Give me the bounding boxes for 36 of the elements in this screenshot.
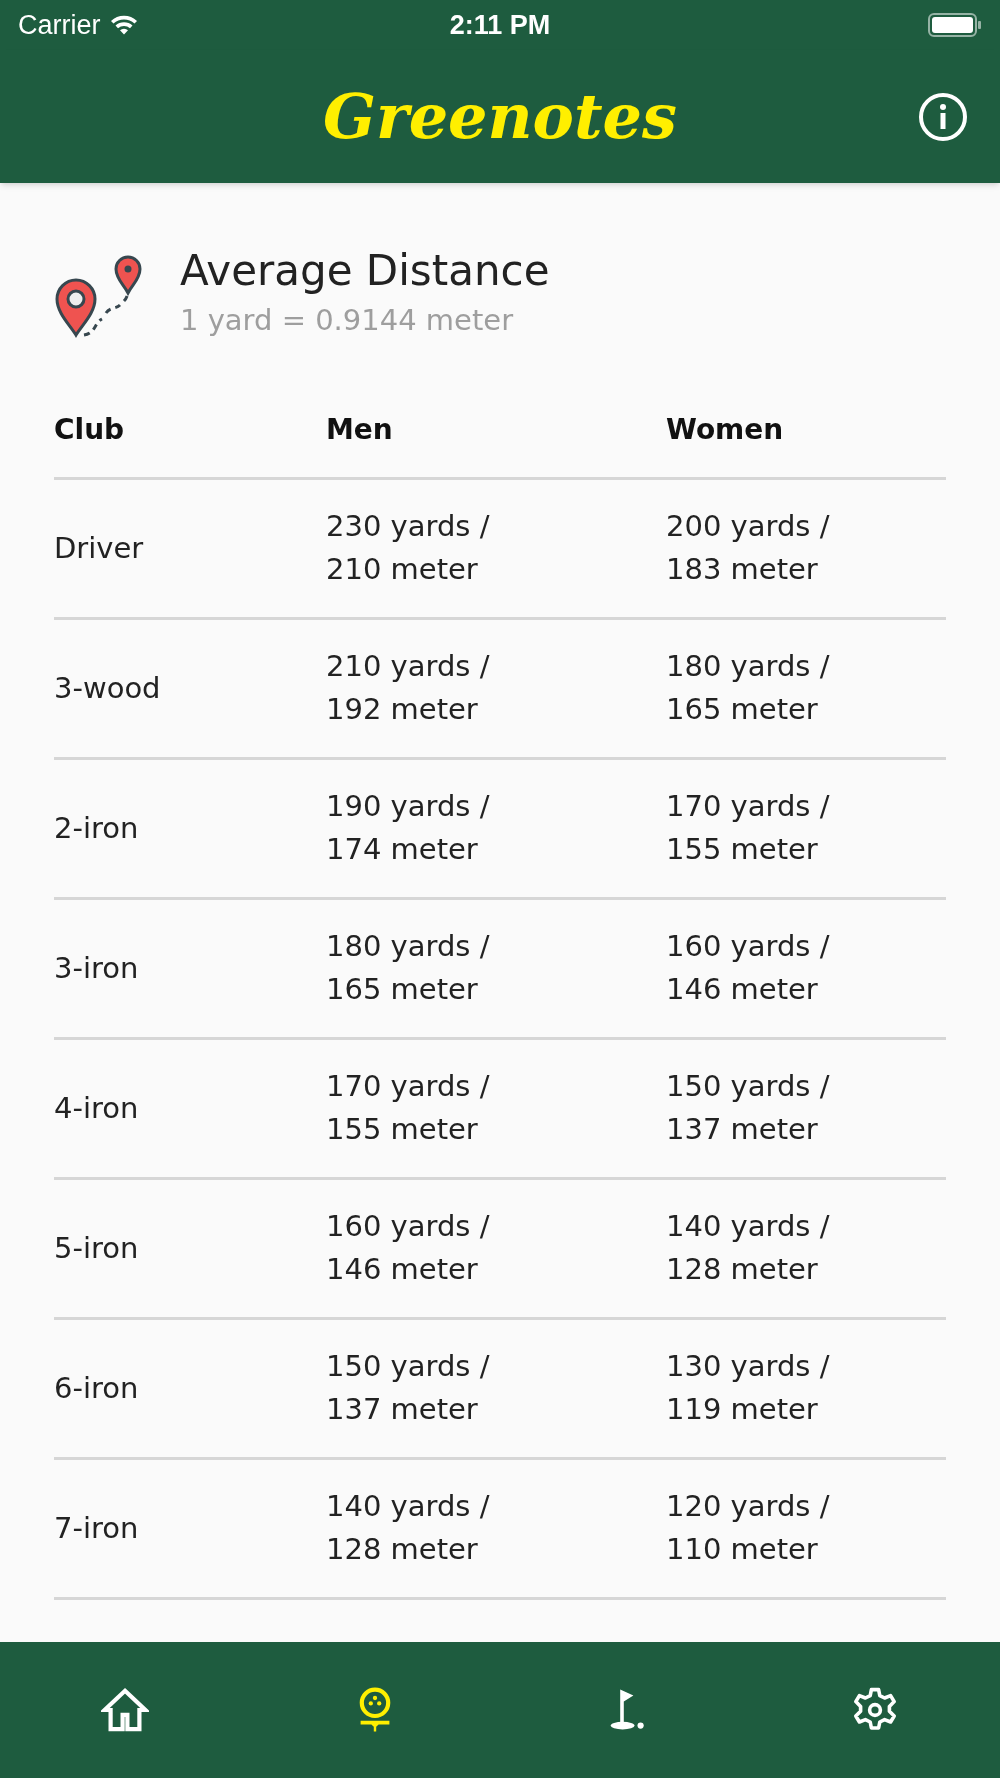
distance-cell-text: 150 yards / 137 meter: [326, 1348, 490, 1428]
section-subtitle: 1 yard = 0.9144 meter: [180, 302, 515, 339]
home-icon: [101, 1686, 149, 1734]
distance-cell-text: 160 yards / 146 meter: [666, 928, 830, 1008]
app-title: Greenotes: [323, 79, 677, 155]
battery-icon: [928, 12, 982, 38]
distance-cell-text: 160 yards / 146 meter: [326, 1208, 490, 1288]
distance-cell-text: 140 yards / 128 meter: [666, 1208, 830, 1288]
distance-cell-text: 150 yards / 137 meter: [666, 1068, 830, 1148]
distance-cell-text: 210 yards / 192 meter: [326, 648, 490, 728]
club-cell-text: 7-iron: [54, 1509, 139, 1547]
info-button[interactable]: [918, 91, 968, 142]
club-cell-text: Driver: [54, 529, 144, 567]
club-cell-text: 3-iron: [54, 949, 139, 987]
column-header: Women: [666, 411, 784, 448]
distance-cell-text: 120 yards / 110 meter: [666, 1488, 830, 1568]
status-time: 2:11 PM: [449, 8, 551, 42]
carrier-label: Carrier: [18, 8, 101, 42]
club-cell-text: 3-wood: [54, 669, 161, 707]
wifi-icon: [108, 13, 139, 37]
column-header: Men: [326, 411, 393, 448]
distance-cell-text: 180 yards / 165 meter: [666, 648, 830, 728]
club-cell-text: 2-iron: [54, 809, 139, 847]
distance-cell-text: 180 yards / 165 meter: [326, 928, 490, 1008]
club-cell-text: 5-iron: [54, 1229, 139, 1267]
distance-cell-text: 200 yards / 183 meter: [666, 508, 830, 588]
section-title: Average Distance: [180, 245, 550, 297]
distance-cell-text: 170 yards / 155 meter: [666, 788, 830, 868]
distance-cell-text: 170 yards / 155 meter: [326, 1068, 490, 1148]
column-header: Club: [54, 411, 125, 448]
club-cell-text: 6-iron: [54, 1369, 139, 1407]
club-cell-text: 4-iron: [54, 1089, 139, 1127]
distance-cell-text: 140 yards / 128 meter: [326, 1488, 490, 1568]
distance-cell-text: 190 yards / 174 meter: [326, 788, 490, 868]
distance-cell-text: 230 yards / 210 meter: [326, 508, 490, 588]
distance-cell-text: 130 yards / 119 meter: [666, 1348, 830, 1428]
